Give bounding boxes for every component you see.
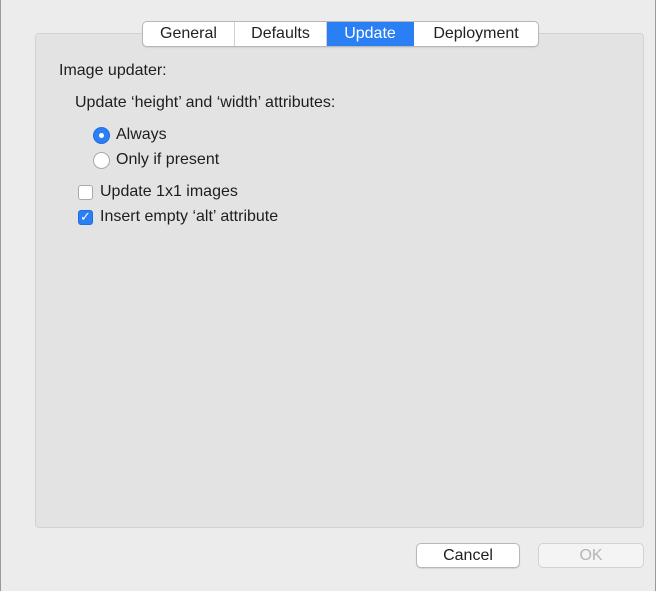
checkbox-insert-alt-label: Insert empty ‘alt’ attribute bbox=[100, 208, 279, 225]
checkbox-unchecked-icon[interactable] bbox=[78, 184, 93, 200]
tab-deployment[interactable]: Deployment bbox=[414, 22, 538, 46]
radio-always[interactable]: Always bbox=[93, 125, 167, 145]
radio-always-label: Always bbox=[116, 126, 167, 143]
radio-only-if-present-label: Only if present bbox=[116, 151, 220, 168]
cancel-button[interactable]: Cancel bbox=[416, 543, 520, 568]
radio-selected-icon[interactable] bbox=[93, 126, 110, 144]
checkmark-icon[interactable]: ✓ bbox=[78, 209, 93, 225]
checkbox-update-1x1-label: Update 1x1 images bbox=[100, 183, 238, 200]
radio-only-if-present[interactable]: Only if present bbox=[93, 150, 219, 170]
tab-defaults[interactable]: Defaults bbox=[235, 22, 327, 46]
tab-bar: General Defaults Update Deployment bbox=[142, 21, 539, 47]
ok-button[interactable]: OK bbox=[538, 543, 644, 568]
preferences-window: General Defaults Update Deployment Image… bbox=[0, 0, 656, 591]
radio-unselected-icon[interactable] bbox=[93, 151, 110, 169]
tab-general[interactable]: General bbox=[143, 22, 235, 46]
tab-update[interactable]: Update bbox=[327, 22, 414, 46]
attributes-subtitle: Update ‘height’ and ‘width’ attributes: bbox=[75, 94, 336, 111]
section-title: Image updater: bbox=[59, 62, 167, 79]
checkbox-update-1x1[interactable]: Update 1x1 images bbox=[78, 182, 238, 202]
checkbox-insert-alt[interactable]: ✓ Insert empty ‘alt’ attribute bbox=[78, 207, 278, 227]
